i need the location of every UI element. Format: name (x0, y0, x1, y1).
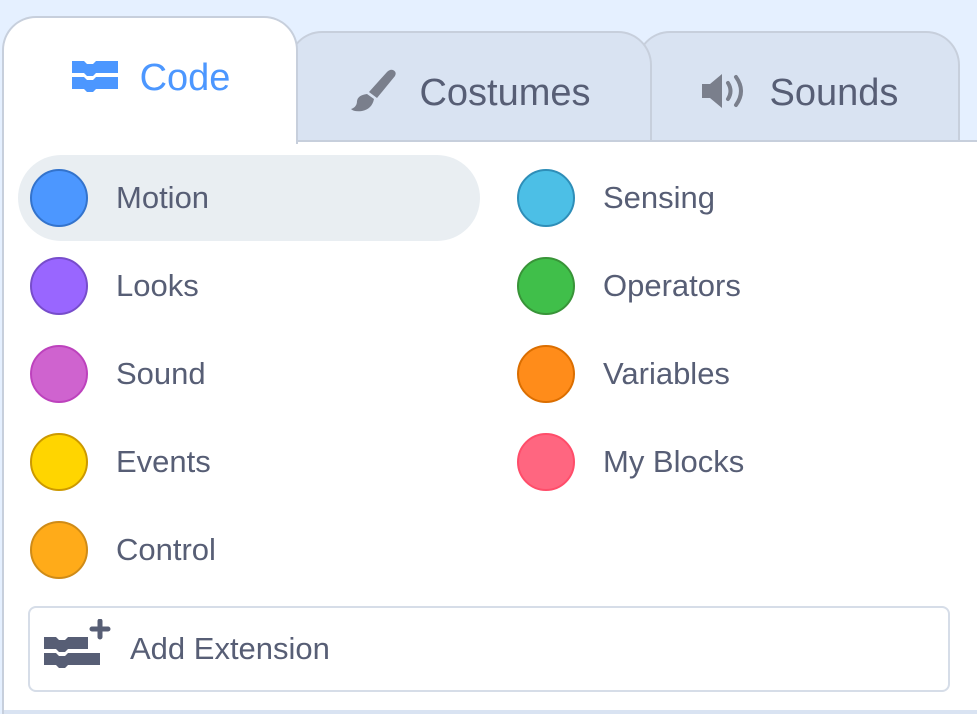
blocks-editor: Sounds Costumes Code Motion Looks Sound … (0, 0, 977, 714)
speaker-icon (698, 71, 750, 116)
category-label: Events (116, 444, 211, 479)
panel-bottom-border (4, 710, 977, 714)
variables-color-dot (517, 345, 575, 403)
looks-color-dot (30, 257, 88, 315)
category-sound[interactable]: Sound (18, 331, 480, 417)
category-label: Operators (603, 268, 741, 303)
tab-sounds-label: Sounds (769, 71, 899, 114)
tab-costumes[interactable]: Costumes (288, 31, 652, 143)
category-label: Looks (116, 268, 199, 303)
category-label: Control (116, 532, 216, 567)
sound-color-dot (30, 345, 88, 403)
add-extension-button[interactable]: Add Extension (28, 606, 950, 692)
category-looks[interactable]: Looks (18, 243, 480, 329)
tab-code-label: Code (139, 56, 231, 99)
category-menu: Motion Looks Sound Events Control Sensin… (2, 140, 977, 714)
tab-sounds[interactable]: Sounds (636, 31, 960, 143)
paintbrush-icon (349, 66, 399, 121)
category-events[interactable]: Events (18, 419, 480, 505)
my-blocks-color-dot (517, 433, 575, 491)
category-sensing[interactable]: Sensing (505, 155, 945, 241)
code-blocks-icon (70, 59, 120, 98)
motion-color-dot (30, 169, 88, 227)
category-label: Variables (603, 356, 730, 391)
category-my-blocks[interactable]: My Blocks (505, 419, 945, 505)
category-control[interactable]: Control (18, 507, 480, 593)
category-operators[interactable]: Operators (505, 243, 945, 329)
add-extension-icon (42, 618, 112, 680)
category-motion[interactable]: Motion (18, 155, 480, 241)
category-label: Sensing (603, 180, 716, 215)
operators-color-dot (517, 257, 575, 315)
category-variables[interactable]: Variables (505, 331, 945, 417)
category-label: Sound (116, 356, 206, 391)
add-extension-label: Add Extension (130, 631, 330, 666)
tab-code[interactable]: Code (2, 16, 298, 144)
sensing-color-dot (517, 169, 575, 227)
category-label: Motion (116, 180, 210, 215)
control-color-dot (30, 521, 88, 579)
tab-costumes-label: Costumes (419, 71, 591, 114)
events-color-dot (30, 433, 88, 491)
category-label: My Blocks (603, 444, 745, 479)
